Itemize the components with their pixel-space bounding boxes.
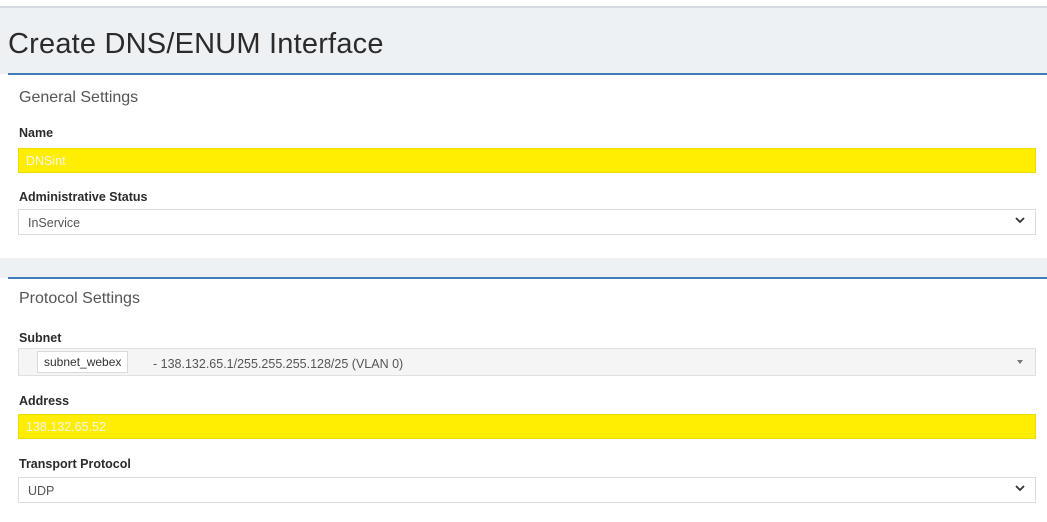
address-input[interactable] (18, 414, 1036, 439)
panel-title-general: General Settings (19, 89, 139, 106)
transport-protocol-label: Transport Protocol (19, 457, 131, 471)
subnet-value: - 138.132.65.1/255.255.255.128/25 (VLAN … (153, 357, 404, 371)
subnet-select[interactable]: subnet_webex - 138.132.65.1/255.255.255.… (18, 348, 1036, 376)
chevron-down-icon (1015, 217, 1025, 224)
transport-protocol-value: UDP (28, 484, 55, 498)
chevron-down-icon (1015, 485, 1025, 492)
bottom-area (0, 505, 1047, 522)
caret-down-icon (1017, 360, 1023, 364)
panel-separator (0, 258, 1047, 278)
name-input[interactable] (18, 148, 1036, 173)
address-label: Address (19, 394, 70, 408)
admin-status-value: InService (28, 216, 81, 230)
protocol-settings-panel: Protocol Settings Subnet subnet_webex - … (8, 277, 1047, 507)
admin-status-select[interactable]: InService (18, 209, 1036, 235)
admin-status-label: Administrative Status (19, 190, 148, 204)
subnet-tag[interactable]: subnet_webex (37, 351, 129, 373)
general-settings-panel: General Settings Name Administrative Sta… (8, 73, 1047, 260)
page-header: Create DNS/ENUM Interface (0, 8, 1047, 74)
page-title: Create DNS/ENUM Interface (8, 28, 384, 60)
panel-title-protocol: Protocol Settings (19, 290, 140, 307)
transport-protocol-select[interactable]: UDP (18, 477, 1036, 503)
subnet-label: Subnet (19, 331, 62, 345)
name-label: Name (19, 126, 54, 140)
